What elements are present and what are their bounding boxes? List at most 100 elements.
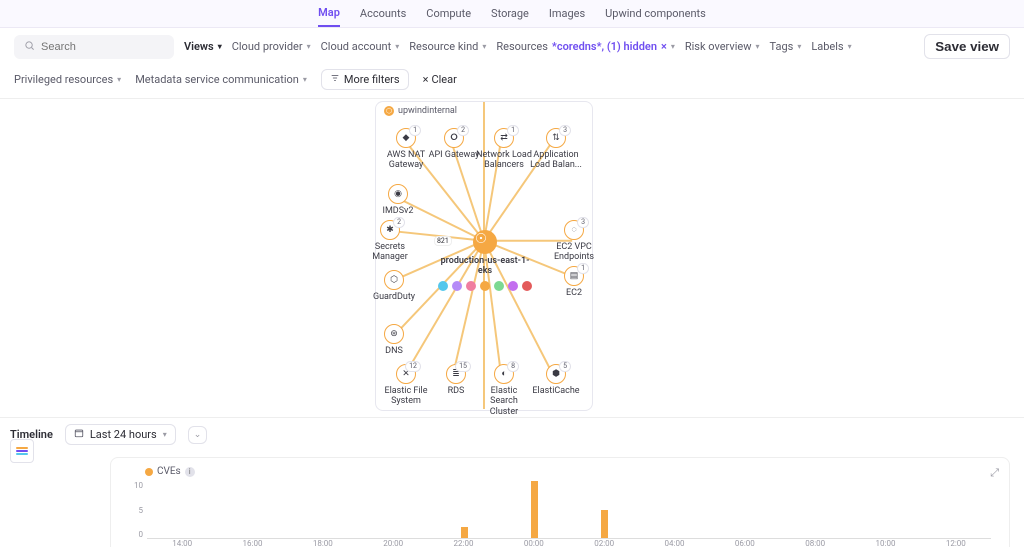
org-icon: ⬡ [384, 106, 394, 116]
node-network-lb[interactable]: 1⇄Network Load Balancers [476, 128, 532, 171]
x-tick: 00:00 [524, 539, 544, 547]
search-icon [24, 40, 35, 54]
tab-images[interactable]: Images [549, 1, 585, 26]
x-tick: 14:00 [172, 539, 192, 547]
secrets-icon: 2✱ [380, 220, 400, 240]
nlb-icon: 1⇄ [494, 128, 514, 148]
node-dns[interactable]: ⊛DNS [366, 324, 422, 356]
toolbar: Views▾ Cloud provider▾ Cloud account▾ Re… [0, 28, 1024, 65]
mini-icon [438, 281, 448, 291]
nat-gateway-icon: 1◆ [396, 128, 416, 148]
search-input-field[interactable] [41, 41, 164, 53]
toolbar-secondary: Privileged resources▾ Metadata service c… [0, 65, 1024, 99]
resources-dropdown[interactable]: Resources *coredns*, (1) hidden × ▾ [496, 40, 674, 53]
chevron-down-icon: ▾ [756, 42, 760, 51]
tab-upwind-components[interactable]: Upwind components [605, 1, 706, 26]
close-icon[interactable]: × [661, 40, 667, 53]
save-view-button[interactable]: Save view [924, 34, 1010, 59]
node-ec2[interactable]: 1▤EC2 [546, 266, 602, 298]
tags-dropdown[interactable]: Tags▾ [770, 40, 802, 53]
node-efs[interactable]: 12✕Elastic File System [378, 364, 434, 407]
cves-color-icon [145, 468, 153, 476]
org-label: ⬡ upwindinternal [384, 106, 457, 116]
chart-y-axis: 10 5 0 [125, 481, 143, 539]
guardduty-icon: ⬡ [384, 270, 404, 290]
time-range-dropdown[interactable]: Last 24 hours ▾ [65, 424, 176, 445]
views-dropdown[interactable]: Views▾ [184, 40, 222, 53]
kubernetes-icon [473, 230, 497, 254]
legend-toggle[interactable] [10, 439, 34, 463]
collapse-timeline-button[interactable]: ⌄ [188, 426, 208, 444]
timeline-panel: CVEs i ⤢ 10 5 0 14:0016:0018:0020:0022:0… [110, 457, 1010, 547]
metadata-service-dropdown[interactable]: Metadata service communication▾ [135, 73, 307, 86]
tab-map[interactable]: Map [318, 0, 340, 27]
x-tick: 08:00 [805, 539, 825, 547]
node-ec2-vpc-endpoints[interactable]: 3◌EC2 VPC Endpoints [546, 220, 602, 263]
resource-kind-dropdown[interactable]: Resource kind▾ [409, 40, 486, 53]
efs-icon: 12✕ [396, 364, 416, 384]
elasticache-icon: 5⬢ [546, 364, 566, 384]
resources-filter-chip: *coredns*, (1) hidden × [552, 40, 667, 53]
chevron-down-icon: ▾ [307, 42, 311, 51]
cves-chart[interactable]: 10 5 0 [125, 481, 995, 539]
expand-icon[interactable]: ⤢ [990, 466, 999, 480]
close-icon: × [423, 73, 429, 86]
tab-accounts[interactable]: Accounts [360, 1, 406, 26]
x-tick: 20:00 [383, 539, 403, 547]
node-application-lb[interactable]: 3⇅Application Load Balan... [528, 128, 584, 171]
alb-icon: 3⇅ [546, 128, 566, 148]
chevron-down-icon: ▾ [218, 42, 222, 51]
privileged-resources-dropdown[interactable]: Privileged resources▾ [14, 73, 121, 86]
chart-bar[interactable] [531, 481, 538, 538]
primary-tabs: Map Accounts Compute Storage Images Upwi… [0, 0, 1024, 28]
x-tick: 12:00 [946, 539, 966, 547]
node-elastic-search[interactable]: 8◐Elastic Search Cluster [476, 364, 532, 417]
rds-icon: 15≣ [446, 364, 466, 384]
chevron-down-icon: ▾ [848, 42, 852, 51]
search-input[interactable] [14, 35, 174, 59]
clear-button[interactable]: ×Clear [423, 73, 457, 86]
x-tick: 18:00 [313, 539, 333, 547]
mini-icon [494, 281, 504, 291]
chart-plot-area[interactable] [147, 481, 991, 539]
node-api-gateway[interactable]: 2🞇API Gateway [426, 128, 482, 160]
map-canvas[interactable]: .e{stroke:#f5c77a;stroke-width:2;fill:no… [0, 99, 1024, 417]
central-mini-icons [438, 281, 532, 291]
info-icon[interactable]: i [185, 467, 195, 477]
more-filters-button[interactable]: More filters [321, 69, 409, 90]
cves-legend[interactable]: CVEs i [145, 466, 995, 477]
filter-icon [330, 73, 340, 86]
calendar-icon [74, 428, 84, 441]
cloud-provider-dropdown[interactable]: Cloud provider▾ [232, 40, 311, 53]
node-elasticache[interactable]: 5⬢ElastiCache [528, 364, 584, 396]
chevron-double-down-icon: ⌄ [194, 430, 202, 440]
risk-overview-dropdown[interactable]: Risk overview▾ [685, 40, 760, 53]
chevron-down-icon: ▾ [797, 42, 801, 51]
node-guardduty[interactable]: ⬡GuardDuty [366, 270, 422, 302]
mini-icon [480, 281, 490, 291]
tab-storage[interactable]: Storage [491, 1, 529, 26]
node-central-eks[interactable]: production-us-east-1-eks [440, 230, 530, 291]
cloud-account-dropdown[interactable]: Cloud account▾ [321, 40, 400, 53]
chart-bar[interactable] [461, 527, 468, 538]
chevron-down-icon: ▾ [395, 42, 399, 51]
chevron-down-icon: ▾ [163, 430, 167, 439]
x-tick: 16:00 [243, 539, 263, 547]
chart-bar[interactable] [601, 510, 608, 539]
elasticsearch-icon: 8◐ [494, 364, 514, 384]
labels-dropdown[interactable]: Labels▾ [811, 40, 851, 53]
dns-icon: ⊛ [384, 324, 404, 344]
mini-icon [508, 281, 518, 291]
tab-compute[interactable]: Compute [426, 1, 471, 26]
api-gateway-icon: 2🞇 [444, 128, 464, 148]
map-card: .e{stroke:#f5c77a;stroke-width:2;fill:no… [375, 101, 593, 411]
node-secrets-manager[interactable]: 2✱Secrets Manager [362, 220, 418, 263]
x-tick: 10:00 [876, 539, 896, 547]
chevron-down-icon: ▾ [482, 42, 486, 51]
chevron-down-icon: ▾ [671, 42, 675, 51]
mini-icon [522, 281, 532, 291]
mini-icon [466, 281, 476, 291]
x-tick: 04:00 [665, 539, 685, 547]
mini-icon [452, 281, 462, 291]
node-imdsv2[interactable]: ◉IMDSv2 [370, 184, 426, 216]
